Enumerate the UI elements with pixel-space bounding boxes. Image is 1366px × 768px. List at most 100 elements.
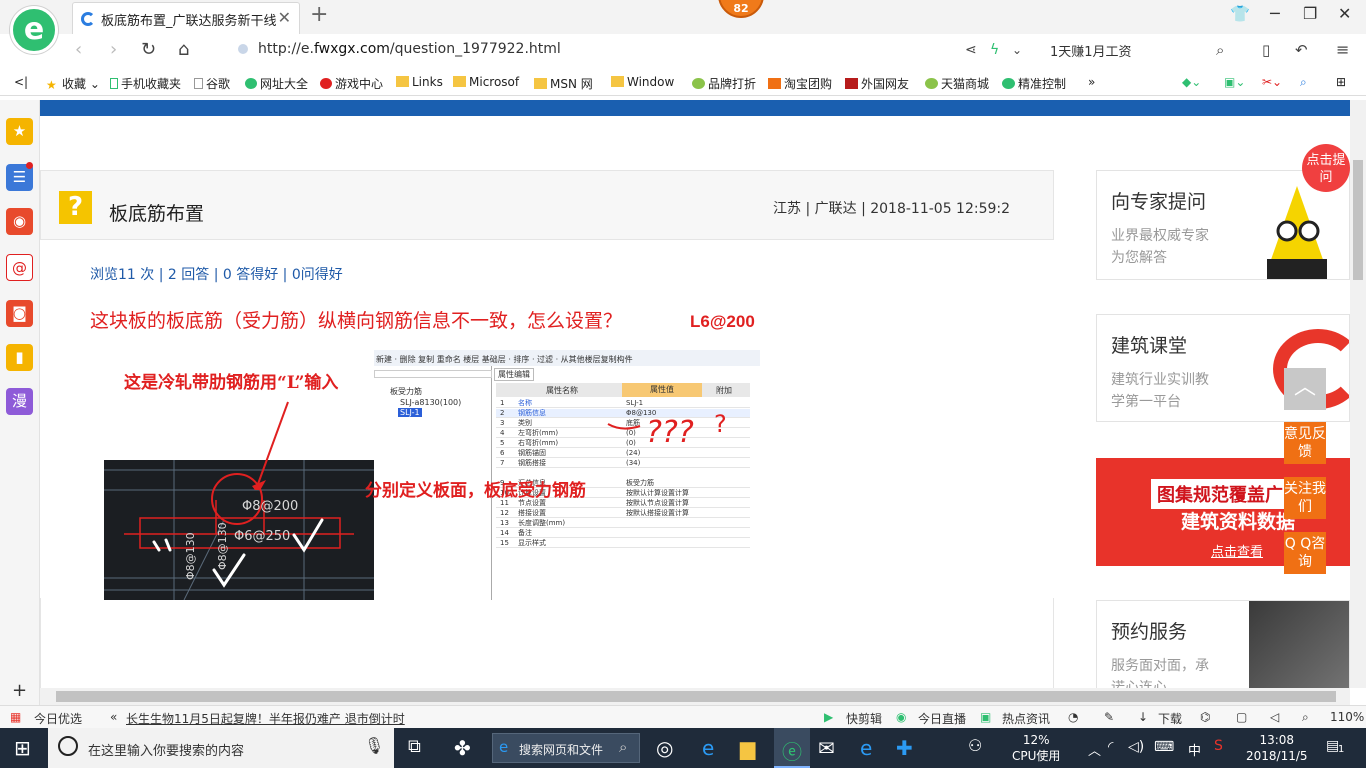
system-clock[interactable]: 13:08 2018/11/5 bbox=[1246, 732, 1308, 764]
add-sidebar-icon[interactable]: + bbox=[12, 680, 27, 701]
follow-button[interactable]: 关注我们 bbox=[1284, 477, 1326, 519]
microphone-icon[interactable]: 🎙 bbox=[364, 736, 384, 755]
extension-icon[interactable]: ▣⌄ bbox=[1224, 75, 1245, 89]
speed-icon[interactable]: ◔ bbox=[1068, 710, 1078, 724]
share-icon[interactable]: ⋖ bbox=[965, 42, 977, 58]
feedback-button[interactable]: 意见反馈 bbox=[1284, 422, 1326, 464]
bookmark-taobao[interactable]: 淘宝团购 bbox=[768, 75, 832, 92]
address-bar[interactable]: http://e.fwxgx.com/question_1977922.html bbox=[258, 41, 561, 57]
sound-icon[interactable]: ◁ bbox=[1270, 710, 1279, 724]
bookmark-games[interactable]: 游戏中心 bbox=[320, 75, 383, 92]
windows-start-icon[interactable]: ⊞ bbox=[14, 736, 31, 760]
qq-consult-button[interactable]: Q Q咨询 bbox=[1284, 532, 1326, 574]
mail-taskbar-icon[interactable]: ✉ bbox=[818, 736, 835, 760]
apps-grid-icon[interactable]: ⊞ bbox=[1336, 75, 1346, 89]
task-view-icon[interactable]: ⧉ bbox=[408, 736, 421, 757]
bookmark-links[interactable]: Links bbox=[396, 75, 443, 89]
keyboard-icon[interactable]: ⌨ bbox=[1154, 739, 1174, 755]
minimize-button[interactable]: ─ bbox=[1270, 4, 1280, 23]
bookmark-sites[interactable]: 网址大全 bbox=[245, 75, 308, 92]
more-bookmarks-icon[interactable]: » bbox=[1088, 75, 1095, 89]
store-icon[interactable]: ✚ bbox=[896, 736, 913, 760]
search-box[interactable]: 1天赚1月工资 bbox=[1050, 41, 1132, 60]
undo-icon[interactable]: ↶ bbox=[1295, 41, 1308, 59]
cpu-usage[interactable]: 12% CPU使用 bbox=[1012, 732, 1060, 764]
bookmark-tmall[interactable]: 天猫商城 bbox=[925, 75, 989, 92]
news-ticker-link[interactable]: 长生生物11月5日起复牌！半年报仍难产 退市倒计时 bbox=[126, 710, 405, 727]
game-icon[interactable]: ◙ bbox=[6, 300, 33, 327]
edge-browser-icon[interactable]: e bbox=[860, 736, 872, 760]
back-to-top-button[interactable]: ︿ bbox=[1284, 368, 1326, 410]
maximize-button[interactable]: ❐ bbox=[1303, 4, 1317, 23]
browser-logo[interactable]: e bbox=[10, 6, 58, 54]
mode-dropdown-icon[interactable]: ⌄ bbox=[1012, 43, 1022, 57]
volume-icon[interactable]: ◁) bbox=[1128, 739, 1144, 755]
devtools-icon[interactable]: ⌬ bbox=[1200, 710, 1210, 724]
bookmark-mobile[interactable]: 手机收藏夹 bbox=[110, 75, 181, 92]
browser-tab[interactable]: 板底筋布置_广联达服务新干线 ✕ bbox=[72, 2, 300, 34]
cad-text-4: Φ8@130 bbox=[216, 522, 229, 570]
zoom-level[interactable]: 110% bbox=[1330, 710, 1364, 724]
close-window-button[interactable]: ✕ bbox=[1338, 4, 1351, 23]
favorites-star-icon[interactable]: ★ bbox=[6, 118, 33, 145]
bookmark-microsoft[interactable]: Microsof bbox=[453, 75, 519, 89]
horizontal-scrollbar[interactable] bbox=[40, 688, 1350, 705]
quick-edit-link[interactable]: 快剪辑 bbox=[846, 710, 882, 727]
download-link[interactable]: 下载 bbox=[1158, 710, 1182, 727]
notification-badge[interactable]: 82 bbox=[718, 0, 764, 18]
zoom-icon[interactable]: ⌕ bbox=[1300, 75, 1307, 90]
card-title: 预约服务 bbox=[1111, 621, 1188, 643]
ime-indicator[interactable]: 中 bbox=[1188, 740, 1201, 759]
live-link[interactable]: 今日直播 bbox=[918, 710, 966, 727]
bookmark-precise[interactable]: 精准控制 bbox=[1002, 75, 1066, 92]
back-button[interactable]: ‹ bbox=[75, 39, 82, 60]
bookmark-favorites[interactable]: ★ 收藏 ⌄ bbox=[46, 75, 100, 92]
mail-icon[interactable]: @ bbox=[6, 254, 33, 281]
ie-icon[interactable]: e bbox=[702, 736, 714, 760]
browser-taskbar-item[interactable]: ⓔ bbox=[774, 728, 810, 768]
weibo-icon[interactable]: ◉ bbox=[6, 208, 33, 235]
sogou-ime-icon[interactable]: S bbox=[1214, 738, 1223, 754]
bookmark-msn[interactable]: MSN 网 bbox=[534, 75, 593, 92]
horizontal-scroll-thumb[interactable] bbox=[56, 691, 1336, 702]
web-search-widget[interactable]: e 搜索网页和文件 ⌕ bbox=[492, 733, 640, 763]
booking-card[interactable]: 预约服务 服务面对面，承 诺心连心 bbox=[1096, 600, 1350, 688]
new-tab-button[interactable]: + bbox=[310, 2, 328, 27]
bookmark-windows[interactable]: Window bbox=[611, 75, 674, 89]
home-button[interactable]: ⌂ bbox=[178, 39, 189, 60]
mobile-icon[interactable]: ▯ bbox=[1262, 41, 1270, 59]
search-icon[interactable]: ⌕ bbox=[1216, 41, 1224, 59]
scissors-icon[interactable]: ✂⌄ bbox=[1262, 75, 1282, 89]
question-stats[interactable]: 浏览11 次 | 2 回答 | 0 答得好 | 0问得好 bbox=[90, 264, 343, 284]
today-picks-link[interactable]: 今日优选 bbox=[34, 710, 82, 727]
hot-news-link[interactable]: 热点资讯 bbox=[1002, 710, 1050, 727]
bookmark-google[interactable]: 谷歌 bbox=[194, 75, 230, 92]
skin-icon[interactable]: 👕 bbox=[1230, 4, 1250, 23]
hot-news-icon: ▣ bbox=[980, 710, 992, 724]
bookmark-foreign[interactable]: 外国网友 bbox=[845, 75, 909, 92]
vertical-scroll-thumb[interactable] bbox=[1353, 160, 1363, 280]
ask-bubble[interactable]: 点击提问 bbox=[1302, 144, 1350, 192]
menu-icon[interactable]: ≡ bbox=[1336, 40, 1349, 59]
refresh-button[interactable]: ↻ bbox=[141, 39, 156, 60]
close-tab-icon[interactable]: ✕ bbox=[278, 8, 291, 27]
window-icon[interactable]: ▢ bbox=[1236, 710, 1247, 724]
bookmark-brand[interactable]: 品牌打折 bbox=[692, 75, 756, 92]
vertical-scrollbar[interactable] bbox=[1350, 100, 1366, 688]
pin-icon[interactable]: ✎ bbox=[1104, 710, 1114, 724]
book-icon[interactable]: ▮ bbox=[6, 344, 33, 371]
people-icon[interactable]: ⚇ bbox=[968, 736, 982, 755]
collapse-sidebar-icon[interactable]: <| bbox=[14, 75, 28, 89]
taskbar-search-box[interactable]: 在这里输入你要搜索的内容 🎙 bbox=[48, 728, 394, 768]
network-icon[interactable]: ◜ bbox=[1108, 739, 1113, 755]
forward-button[interactable]: › bbox=[110, 39, 117, 60]
comic-icon[interactable]: 漫 bbox=[6, 388, 33, 415]
speed-mode-icon[interactable]: ϟ bbox=[990, 42, 999, 58]
handshake-image bbox=[1249, 601, 1349, 688]
edge-icon[interactable]: ◎ bbox=[656, 736, 673, 760]
pinwheel-icon[interactable]: ✤ bbox=[454, 736, 471, 760]
shield-icon[interactable]: ◆⌄ bbox=[1182, 75, 1201, 89]
file-explorer-icon[interactable]: ▆ bbox=[740, 736, 755, 760]
site-info-icon[interactable] bbox=[238, 44, 248, 54]
tray-chevron-icon[interactable]: ︿ bbox=[1088, 740, 1101, 759]
